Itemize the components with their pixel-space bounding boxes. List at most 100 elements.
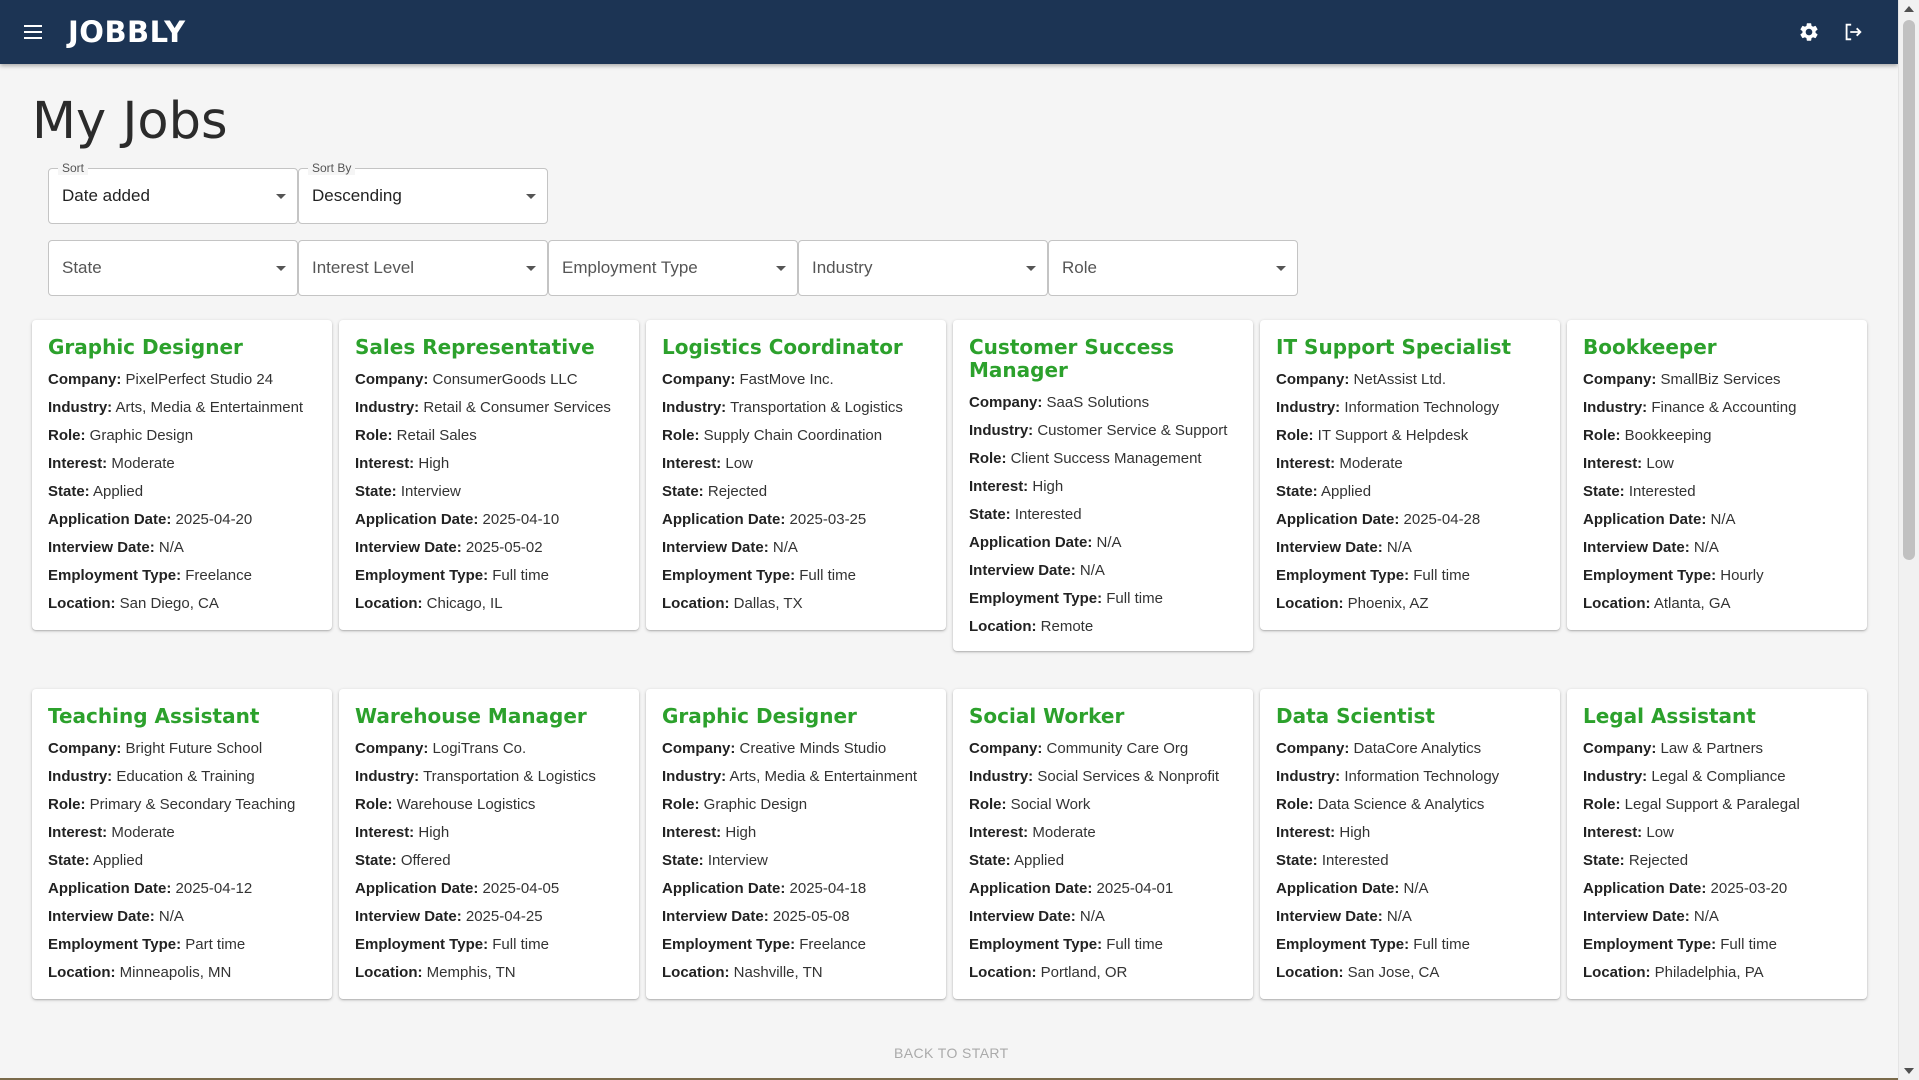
filter-industry[interactable]: Industry	[798, 240, 1048, 296]
field-label: Employment Type:	[969, 936, 1103, 953]
field-label: Interest:	[662, 455, 722, 472]
sort-select[interactable]: Sort Date added	[48, 161, 298, 224]
filter-role[interactable]: Role	[1048, 240, 1298, 296]
job-card[interactable]: Logistics Coordinator Company: FastMove I…	[646, 320, 946, 630]
job-field-industry: Industry: Arts, Media & Entertainment	[48, 394, 316, 422]
field-label: Role:	[969, 796, 1007, 813]
logout-button[interactable]	[1838, 17, 1868, 47]
field-value: Moderate	[111, 824, 175, 841]
field-label: Application Date:	[355, 511, 479, 528]
field-value: Arts, Media & Entertainment	[115, 399, 304, 416]
scroll-up-icon[interactable]	[1904, 6, 1914, 12]
job-field-location: Location: San Diego, CA	[48, 590, 316, 618]
job-field-interest: Interest: High	[1276, 819, 1544, 847]
field-value: Primary & Secondary Teaching	[89, 796, 296, 813]
job-field-application-date: Application Date: 2025-04-18	[662, 875, 930, 903]
field-label: Role:	[662, 427, 700, 444]
job-field-employment-type: Employment Type: Hourly	[1583, 562, 1851, 590]
job-card[interactable]: Legal Assistant Company: Law & Partners In…	[1567, 689, 1867, 999]
job-title[interactable]: Legal Assistant	[1583, 705, 1851, 728]
field-value: Full time	[1720, 936, 1777, 953]
field-label: Location:	[48, 964, 116, 981]
filter-employment-type[interactable]: Employment Type	[548, 240, 798, 296]
job-card[interactable]: Customer Success Manager Company: SaaS So…	[953, 320, 1253, 651]
scroll-down-icon[interactable]	[1904, 1068, 1914, 1074]
job-field-location: Location: Dallas, TX	[662, 590, 930, 618]
field-value: High	[418, 455, 450, 472]
field-value: Warehouse Logistics	[396, 796, 536, 813]
chevron-down-icon	[776, 266, 786, 271]
field-value: N/A	[1693, 908, 1719, 925]
job-title[interactable]: Logistics Coordinator	[662, 336, 930, 359]
scrollbar-thumb[interactable]	[1903, 20, 1915, 560]
job-field-state: State: Applied	[48, 847, 316, 875]
job-title[interactable]: IT Support Specialist	[1276, 336, 1544, 359]
job-field-location: Location: Portland, OR	[969, 959, 1237, 987]
app-logo[interactable]: JOBBLY	[68, 15, 186, 49]
job-card[interactable]: Sales Representative Company: ConsumerGoo…	[339, 320, 639, 630]
job-title[interactable]: Teaching Assistant	[48, 705, 316, 728]
field-value: Interview	[400, 483, 461, 500]
field-value: Low	[1646, 455, 1674, 472]
job-card[interactable]: Graphic Designer Company: PixelPerfect St…	[32, 320, 332, 630]
job-title[interactable]: Sales Representative	[355, 336, 623, 359]
page-scrollbar[interactable]	[1898, 0, 1919, 1080]
settings-button[interactable]	[1794, 17, 1824, 47]
field-value: 2025-05-08	[772, 908, 850, 925]
field-value: Part time	[185, 936, 246, 953]
job-field-interview-date: Interview Date: N/A	[48, 534, 316, 562]
field-label: Industry:	[355, 768, 420, 785]
job-card[interactable]: Data Scientist Company: DataCore Analytic…	[1260, 689, 1560, 999]
job-card[interactable]: Graphic Designer Company: Creative Minds …	[646, 689, 946, 999]
field-label: Industry:	[662, 399, 727, 416]
filter-state[interactable]: State	[48, 240, 298, 296]
field-label: Role:	[1276, 427, 1314, 444]
field-value: High	[1032, 478, 1064, 495]
field-label: Role:	[1276, 796, 1314, 813]
job-title[interactable]: Graphic Designer	[662, 705, 930, 728]
job-title[interactable]: Warehouse Manager	[355, 705, 623, 728]
job-field-location: Location: Minneapolis, MN	[48, 959, 316, 987]
job-title[interactable]: Data Scientist	[1276, 705, 1544, 728]
job-field-application-date: Application Date: 2025-03-20	[1583, 875, 1851, 903]
job-field-interest: Interest: High	[355, 450, 623, 478]
job-field-interview-date: Interview Date: N/A	[662, 534, 930, 562]
field-value: Freelance	[185, 567, 252, 584]
job-field-application-date: Application Date: 2025-04-01	[969, 875, 1237, 903]
job-card[interactable]: Teaching Assistant Company: Bright Future…	[32, 689, 332, 999]
field-value: San Jose, CA	[1347, 964, 1440, 981]
job-field-state: State: Offered	[355, 847, 623, 875]
job-field-company: Company: SaaS Solutions	[969, 389, 1237, 417]
job-field-industry: Industry: Information Technology	[1276, 394, 1544, 422]
job-card[interactable]: Social Worker Company: Community Care Org…	[953, 689, 1253, 999]
job-title[interactable]: Social Worker	[969, 705, 1237, 728]
job-title[interactable]: Customer Success Manager	[969, 336, 1237, 382]
field-value: Information Technology	[1344, 399, 1500, 416]
sort-by-select[interactable]: Sort By Descending	[298, 161, 548, 224]
back-to-start-button[interactable]: BACK TO START	[894, 1045, 1009, 1061]
job-card[interactable]: Bookkeeper Company: SmallBiz Services Indu…	[1567, 320, 1867, 630]
field-value: Customer Service & Support	[1037, 422, 1228, 439]
filter-interest-level[interactable]: Interest Level	[298, 240, 548, 296]
field-label: Employment Type:	[1583, 936, 1717, 953]
job-title[interactable]: Bookkeeper	[1583, 336, 1851, 359]
field-value: High	[1339, 824, 1371, 841]
chevron-down-icon	[1026, 266, 1036, 271]
field-label: State:	[355, 483, 397, 500]
menu-button[interactable]	[18, 17, 48, 47]
field-label: Location:	[355, 964, 423, 981]
job-field-employment-type: Employment Type: Freelance	[662, 931, 930, 959]
field-label: Application Date:	[969, 880, 1093, 897]
field-label: State:	[48, 852, 90, 869]
job-field-employment-type: Employment Type: Full time	[662, 562, 930, 590]
job-field-interview-date: Interview Date: N/A	[1583, 903, 1851, 931]
field-label: Interest:	[1583, 455, 1643, 472]
field-value: Bright Future School	[125, 740, 263, 757]
job-card[interactable]: IT Support Specialist Company: NetAssist …	[1260, 320, 1560, 630]
field-value: Full time	[799, 567, 856, 584]
job-card[interactable]: Warehouse Manager Company: LogiTrans Co. I…	[339, 689, 639, 999]
job-field-application-date: Application Date: N/A	[969, 529, 1237, 557]
job-title[interactable]: Graphic Designer	[48, 336, 316, 359]
field-value: N/A	[158, 539, 184, 556]
gear-icon	[1800, 23, 1818, 41]
